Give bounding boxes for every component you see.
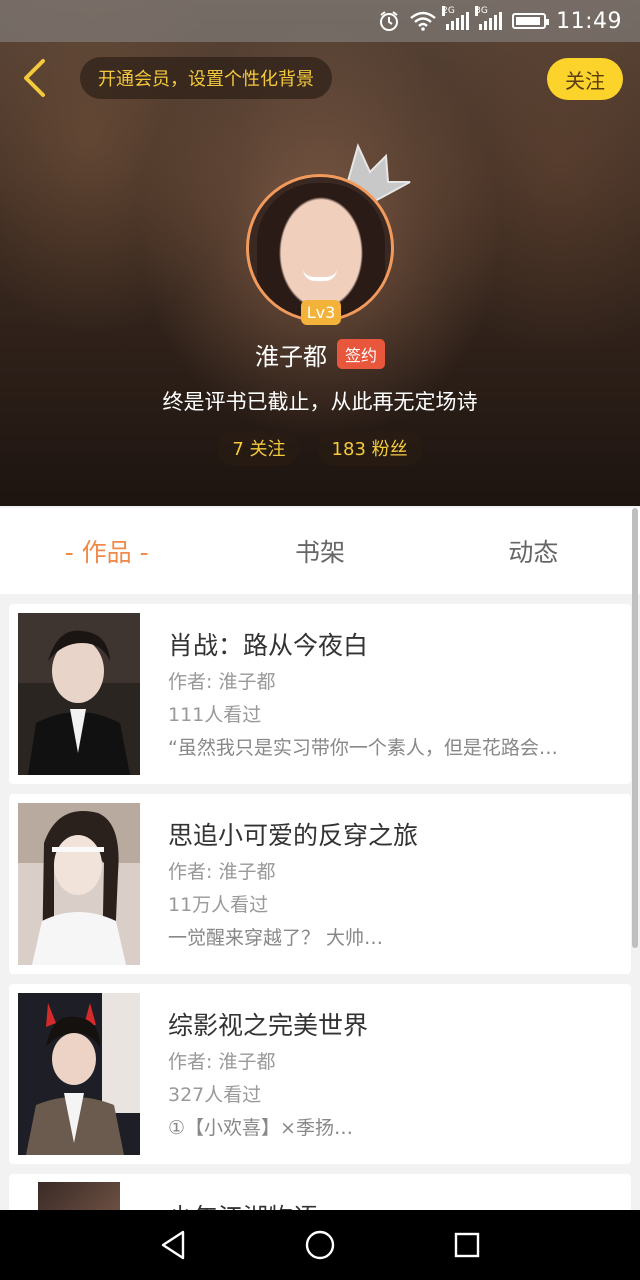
signal-icon: 2G	[442, 6, 470, 30]
list-item[interactable]: 思追小可爱的反穿之旅 作者: 淮子都 11万人看过 一觉醒来穿越了？ 大帅…	[9, 794, 631, 974]
work-author: 作者: 淮子都	[168, 1051, 276, 1073]
work-description: 一觉醒来穿越了？ 大帅…	[168, 927, 384, 949]
profile-tabs: - 作品 - 书架 动态	[0, 508, 640, 594]
following-label: 7 关注	[232, 439, 286, 460]
followers-label: 183 粉丝	[331, 439, 408, 460]
nav-recents-button[interactable]	[447, 1225, 487, 1265]
work-title: 思追小可爱的反穿之旅	[168, 821, 419, 850]
list-item[interactable]: 肖战：路从今夜白 作者: 淮子都 111人看过 “虽然我只是实习带你一个素人，但…	[9, 604, 631, 784]
alarm-icon	[378, 10, 400, 32]
followers-count[interactable]: 183 粉丝	[317, 430, 422, 466]
back-button[interactable]	[16, 56, 52, 100]
clock: 11:49	[556, 8, 622, 34]
follow-label: 关注	[565, 68, 605, 93]
book-cover	[18, 993, 140, 1155]
tab-bookshelf[interactable]: 书架	[213, 533, 426, 569]
nav-home-button[interactable]	[300, 1225, 340, 1265]
tab-activity[interactable]: 动态	[427, 533, 640, 569]
system-nav-bar	[0, 1210, 640, 1280]
signed-author-badge: 签约	[336, 339, 385, 369]
work-author: 作者: 淮子都	[168, 671, 276, 693]
back-triangle-icon	[162, 1230, 185, 1260]
profile-header: 2G 3G 11:49 开通会员，设置个性化背景 关注 Lv3 淮子都 签约 终…	[0, 0, 640, 506]
status-bar: 2G 3G 11:49	[0, 0, 640, 42]
level-badge: Lv3	[301, 300, 341, 325]
work-views: 11万人看过	[168, 894, 269, 916]
scrollbar[interactable]	[632, 508, 638, 948]
work-title: 综影视之完美世界	[168, 1011, 369, 1040]
chevron-left-icon	[24, 59, 45, 97]
work-views: 327人看过	[168, 1084, 262, 1106]
work-author: 作者: 淮子都	[168, 861, 276, 883]
network-type-label: 2G	[442, 6, 455, 16]
signal-icon: 3G	[475, 6, 503, 30]
follow-button[interactable]: 关注	[547, 58, 623, 100]
vip-background-prompt[interactable]: 开通会员，设置个性化背景	[80, 57, 332, 99]
work-description: ①【小欢喜】×季扬…	[168, 1117, 353, 1139]
battery-icon	[512, 13, 550, 29]
recents-square-icon	[454, 1232, 479, 1258]
work-description: “虽然我只是实习带你一个素人，但是花路会…	[168, 737, 558, 759]
book-cover	[18, 613, 140, 775]
vip-prompt-label: 开通会员，设置个性化背景	[98, 69, 314, 90]
name-row: 淮子都 签约	[0, 336, 640, 372]
works-list: 肖战：路从今夜白 作者: 淮子都 111人看过 “虽然我只是实习带你一个素人，但…	[9, 604, 631, 1174]
profile-bio: 终是评书已截止，从此再无定场诗	[162, 390, 478, 414]
nav-back-button[interactable]	[153, 1225, 193, 1265]
home-circle-icon	[305, 1230, 335, 1260]
work-title: 肖战：路从今夜白	[168, 631, 369, 660]
book-cover	[18, 803, 140, 965]
list-item[interactable]: 综影视之完美世界 作者: 淮子都 327人看过 ①【小欢喜】×季扬…	[9, 984, 631, 1164]
work-views: 111人看过	[168, 704, 262, 726]
profile-stats: 7 关注 183 粉丝	[0, 430, 640, 466]
tab-works[interactable]: - 作品 -	[0, 533, 213, 569]
username: 淮子都	[254, 342, 327, 371]
wifi-icon	[410, 11, 436, 31]
network-type-label: 3G	[475, 6, 488, 16]
following-count[interactable]: 7 关注	[218, 430, 300, 466]
